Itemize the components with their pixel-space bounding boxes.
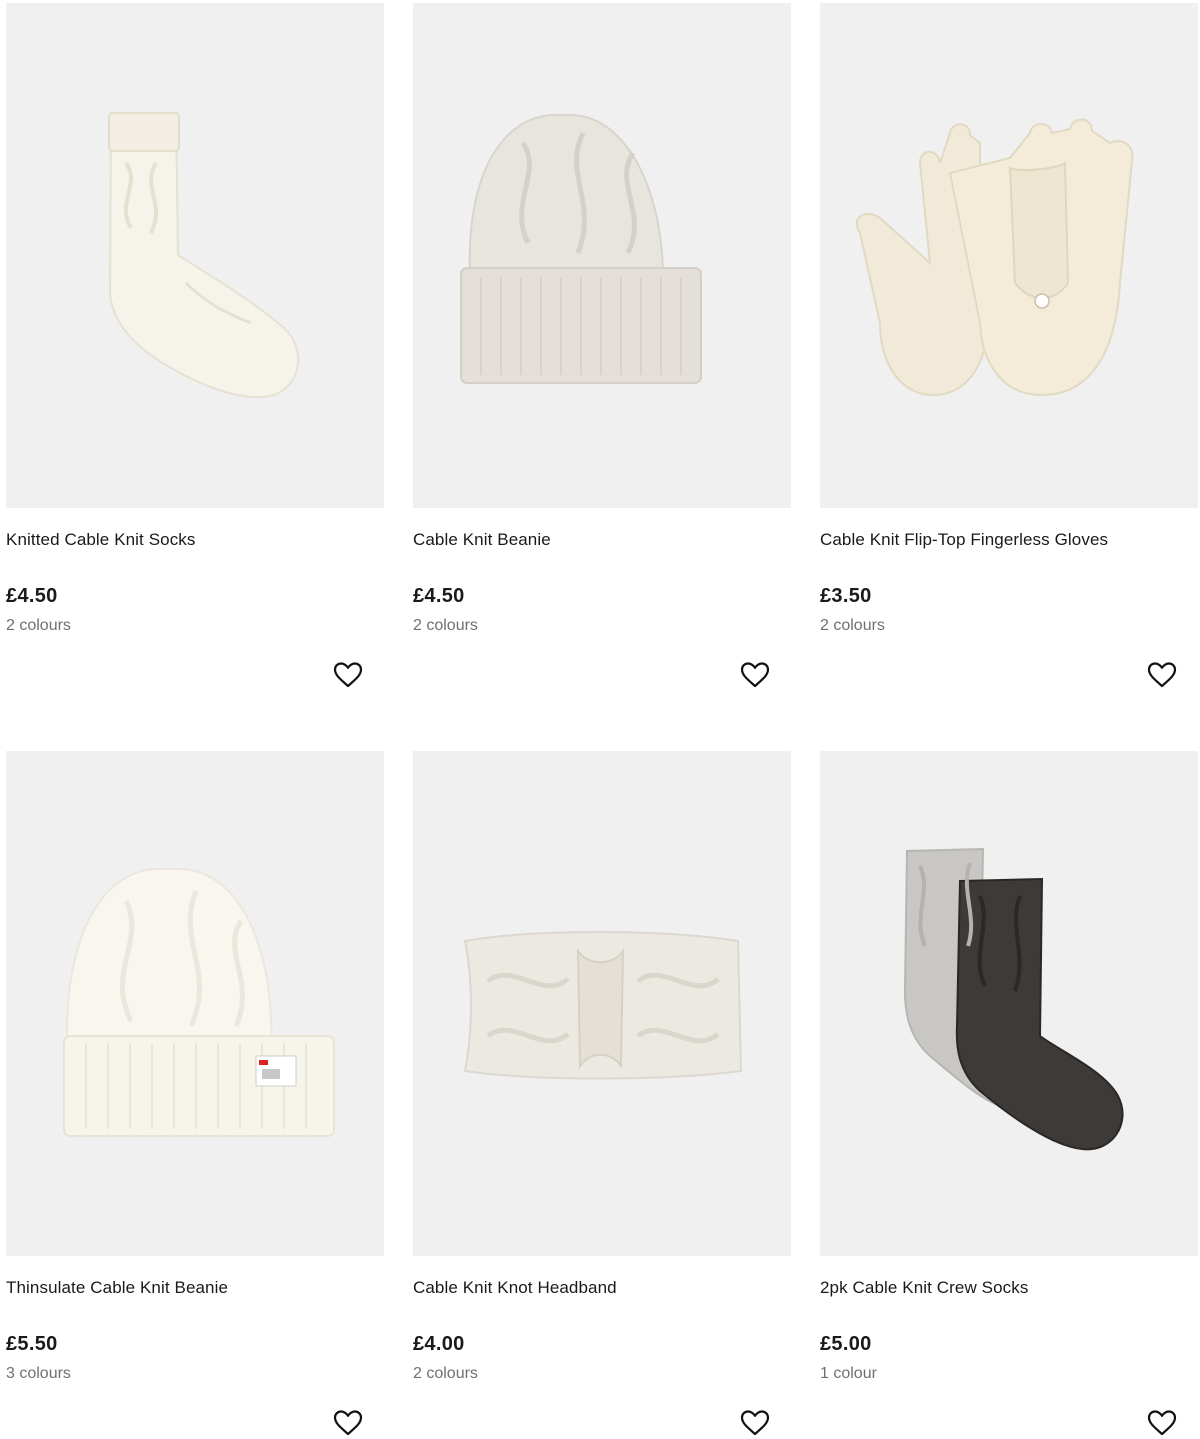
product-title[interactable]: 2pk Cable Knit Crew Socks [820, 1278, 1028, 1298]
product-price: £5.50 [6, 1333, 58, 1355]
wishlist-heart-icon[interactable] [332, 1407, 364, 1439]
product-title[interactable]: Cable Knit Flip-Top Fingerless Gloves [820, 530, 1108, 550]
product-image-fingerless-gloves[interactable] [820, 3, 1198, 508]
colour-count: 2 colours [413, 1365, 478, 1382]
colour-count: 2 colours [413, 617, 478, 634]
product-image-cable-knit-socks[interactable] [6, 3, 384, 508]
product-image-knot-headband[interactable] [413, 751, 791, 1256]
wishlist-heart-icon[interactable] [739, 1407, 771, 1439]
product-price: £4.00 [413, 1333, 465, 1355]
colour-count: 2 colours [820, 617, 885, 634]
colour-count: 2 colours [6, 617, 71, 634]
product-price: £3.50 [820, 585, 872, 607]
product-title[interactable]: Cable Knit Beanie [413, 530, 551, 550]
product-title[interactable]: Thinsulate Cable Knit Beanie [6, 1278, 228, 1298]
wishlist-heart-icon[interactable] [739, 659, 771, 691]
product-price: £5.00 [820, 1333, 872, 1355]
wishlist-heart-icon[interactable] [332, 659, 364, 691]
product-title[interactable]: Knitted Cable Knit Socks [6, 530, 196, 550]
wishlist-heart-icon[interactable] [1146, 659, 1178, 691]
colour-count: 3 colours [6, 1365, 71, 1382]
product-image-thinsulate-beanie[interactable] [6, 751, 384, 1256]
product-price: £4.50 [413, 585, 465, 607]
product-price: £4.50 [6, 585, 58, 607]
product-title[interactable]: Cable Knit Knot Headband [413, 1278, 617, 1298]
colour-count: 1 colour [820, 1365, 877, 1382]
product-image-crew-socks-2pk[interactable] [820, 751, 1198, 1256]
product-image-cable-knit-beanie[interactable] [413, 3, 791, 508]
wishlist-heart-icon[interactable] [1146, 1407, 1178, 1439]
